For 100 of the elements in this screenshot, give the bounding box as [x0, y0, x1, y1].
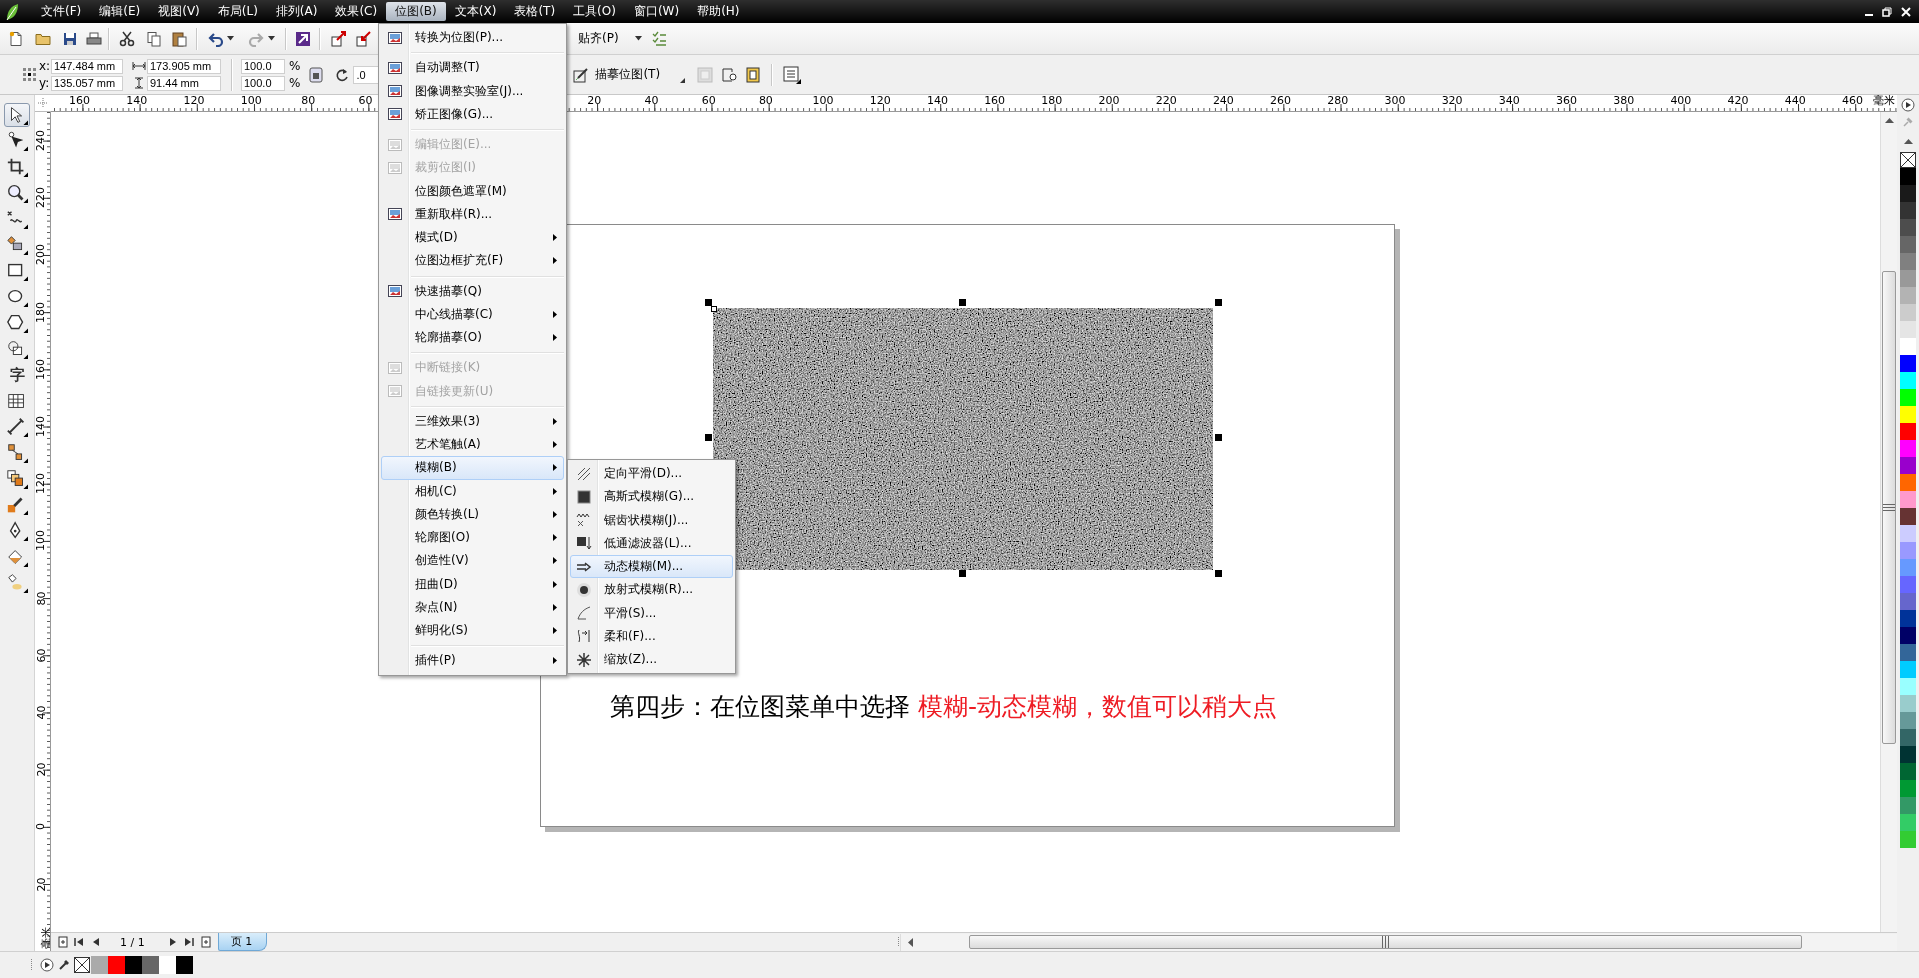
color-swatch[interactable] [1900, 168, 1916, 185]
menu-item[interactable]: 鲜明化(S) [381, 619, 564, 643]
menu-bar-item[interactable]: 位图(B) [386, 2, 446, 21]
new-document-icon[interactable] [8, 30, 24, 47]
vertical-scrollbar-thumb[interactable] [1882, 271, 1896, 744]
color-swatch[interactable] [1900, 389, 1916, 406]
color-swatch[interactable] [1900, 831, 1916, 848]
color-swatch[interactable] [1900, 559, 1916, 576]
menu-item[interactable]: 动态模糊(M)... [570, 555, 733, 579]
stacked-squares-icon[interactable] [4, 467, 30, 491]
color-swatch[interactable] [1900, 491, 1916, 508]
color-swatch[interactable] [1900, 695, 1916, 712]
menu-bar-item[interactable]: 文件(F) [32, 2, 91, 21]
color-swatch[interactable] [1900, 440, 1916, 457]
restore-icon[interactable] [1882, 6, 1892, 17]
menu-item[interactable]: 柔和(F)... [570, 624, 733, 648]
caret-icon[interactable] [634, 36, 642, 41]
color-swatch[interactable] [1900, 236, 1916, 253]
color-swatch[interactable] [1900, 406, 1916, 423]
color-swatch[interactable] [125, 956, 142, 974]
printer-icon[interactable] [86, 30, 102, 47]
scale-y-field[interactable]: 100.0 [241, 75, 285, 91]
color-swatch[interactable] [176, 956, 193, 974]
color-swatch[interactable] [1900, 661, 1916, 678]
lock-icon[interactable] [309, 66, 324, 83]
menu-item[interactable]: 转换为位图(P)... [381, 26, 564, 50]
play-circle-icon[interactable] [40, 958, 54, 972]
color-swatch[interactable] [91, 956, 108, 974]
selection-handle[interactable] [959, 570, 966, 577]
color-swatch[interactable] [1900, 355, 1916, 372]
menu-item[interactable]: 高斯式模糊(G)... [570, 485, 733, 509]
menu-item[interactable]: 位图颜色遮罩(M) [381, 179, 564, 203]
bucket-rectangle-icon[interactable] [4, 233, 30, 257]
add-page-icon[interactable] [57, 936, 69, 948]
menu-item[interactable]: 三维效果(3) [381, 409, 564, 433]
menu-item[interactable]: 缩放(Z)... [570, 648, 733, 672]
color-swatch[interactable] [159, 956, 176, 974]
caret-icon[interactable] [227, 36, 234, 41]
snap-dropdown[interactable]: 贴齐(P) [578, 30, 619, 47]
menu-bar-item[interactable]: 表格(T) [505, 2, 565, 21]
selection-handle[interactable] [705, 434, 712, 441]
menu-item[interactable]: 重新取样(R)... [381, 202, 564, 226]
menu-item[interactable]: 模式(D) [381, 226, 564, 250]
anchor-grid-icon[interactable] [23, 67, 37, 82]
selection-handle[interactable] [1215, 299, 1222, 306]
menu-item[interactable]: 杂点(N) [381, 595, 564, 619]
trace-bitmap-button[interactable]: 描摹位图(T) [569, 63, 665, 86]
arrow-square-icon[interactable] [295, 30, 311, 47]
checklist-icon[interactable] [650, 30, 667, 47]
list-frame-icon[interactable] [783, 65, 802, 84]
color-swatch[interactable] [1900, 627, 1916, 644]
framed-page-icon[interactable] [745, 66, 762, 83]
color-swatch[interactable] [1900, 763, 1916, 780]
grip-dots-icon[interactable] [897, 936, 901, 948]
selection-handle[interactable] [1215, 570, 1222, 577]
color-swatch[interactable] [1900, 253, 1916, 270]
play-circle-icon[interactable] [1901, 98, 1915, 112]
height-field[interactable]: 91.44 mm [147, 75, 221, 91]
menu-bar-item[interactable]: 窗口(W) [624, 2, 689, 21]
no-color-icon[interactable] [74, 957, 90, 973]
menu-item[interactable]: 轮廓图(O) [381, 526, 564, 550]
selection-handle[interactable] [959, 299, 966, 306]
color-swatch[interactable] [1900, 593, 1916, 610]
add-page-icon[interactable] [199, 936, 212, 948]
page-arrow-icon[interactable] [331, 30, 347, 47]
menu-item[interactable]: 锯齿状模糊(J)... [570, 508, 733, 532]
color-swatch[interactable] [1900, 610, 1916, 627]
color-swatch[interactable] [1900, 185, 1916, 202]
menu-bar-item[interactable]: 编辑(E) [90, 2, 150, 21]
caret-icon[interactable] [268, 36, 275, 41]
menu-item[interactable]: 艺术笔触(A) [381, 433, 564, 457]
clipboard-icon[interactable] [171, 30, 187, 47]
pin-icon[interactable] [1902, 116, 1914, 128]
close-icon[interactable] [1901, 6, 1911, 17]
menu-bar-item[interactable]: 帮助(H) [688, 2, 749, 21]
menu-item[interactable]: 定向平滑(D)... [570, 462, 733, 486]
color-swatch[interactable] [1900, 304, 1916, 321]
menu-item[interactable]: 放射式模糊(R)... [570, 578, 733, 602]
menu-item[interactable]: 扭曲(D) [381, 572, 564, 596]
menu-bar-item[interactable]: 排列(A) [266, 2, 327, 21]
color-swatch[interactable] [1900, 729, 1916, 746]
menu-item[interactable]: 创造性(V) [381, 549, 564, 573]
color-swatch[interactable] [1900, 746, 1916, 763]
menu-item[interactable]: 模糊(B) [381, 456, 564, 480]
text-tool[interactable]: 字 [4, 363, 30, 387]
color-swatch[interactable] [1900, 321, 1916, 338]
selection-handle[interactable] [705, 299, 712, 306]
page-arrow-icon[interactable] [356, 30, 372, 47]
menu-bar-item[interactable]: 布局(L) [208, 2, 267, 21]
frame-dot-icon[interactable] [721, 66, 738, 83]
color-swatch[interactable] [1900, 474, 1916, 491]
first-page-icon[interactable] [73, 936, 85, 948]
color-swatch[interactable] [1900, 508, 1916, 525]
menu-item[interactable]: 相机(C) [381, 479, 564, 503]
color-swatch[interactable] [1900, 678, 1916, 695]
menu-item[interactable]: 轮廓描摹(O) [381, 326, 564, 350]
corner-caret-icon[interactable] [680, 78, 686, 83]
menu-item[interactable]: 快速描摹(Q) [381, 279, 564, 303]
menu-bar-item[interactable]: 效果(C) [326, 2, 387, 21]
color-swatch[interactable] [1900, 576, 1916, 593]
